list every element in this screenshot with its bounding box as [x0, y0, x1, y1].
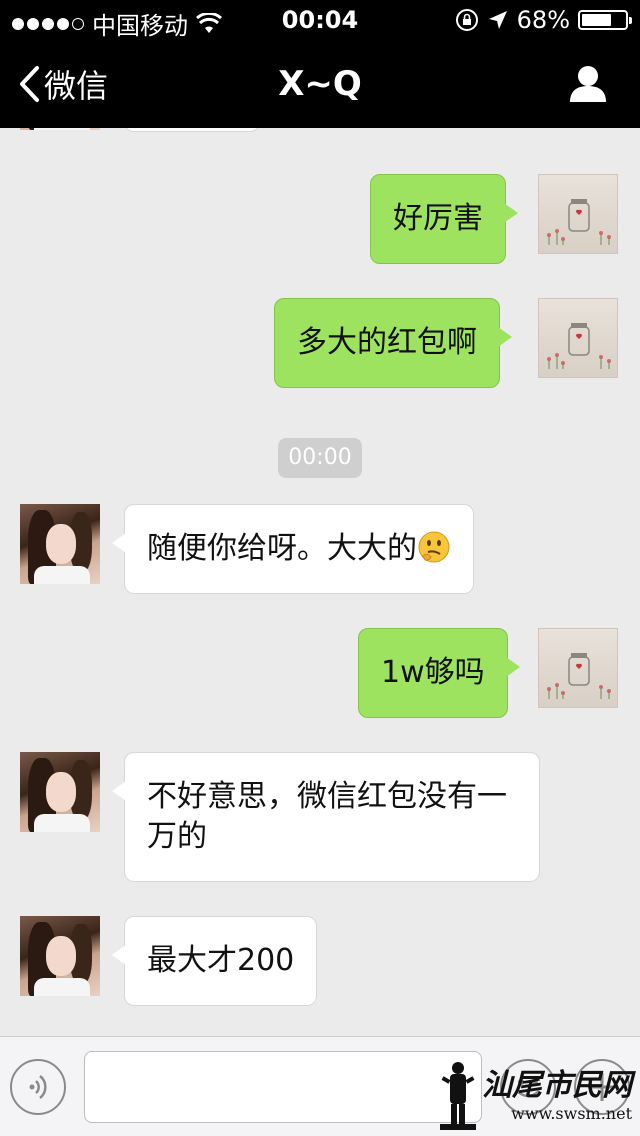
battery-percent: 68% [516, 6, 570, 34]
message-text: 多大的红包啊 [297, 325, 477, 360]
nav-bar: 微信 X~Q [0, 40, 640, 128]
message-bubble-incoming[interactable]: 随便你给呀。大大的 [112, 504, 474, 594]
message-text: 随便你给呀。大大的 [147, 531, 417, 566]
my-avatar[interactable] [538, 298, 618, 378]
orientation-lock-icon [455, 9, 478, 31]
smiley-icon [516, 1079, 540, 1098]
status-bar: 中国移动 00:04 68% [0, 0, 640, 40]
back-button[interactable]: 微信 [18, 62, 108, 106]
back-label: 微信 [44, 67, 109, 105]
emoji-button[interactable] [500, 1059, 556, 1115]
input-bar [0, 1036, 640, 1136]
my-avatar[interactable] [538, 628, 618, 708]
contact-avatar[interactable] [20, 752, 100, 832]
chat-info-button[interactable] [568, 64, 612, 108]
message-bubble-outgoing[interactable]: 多大的红包啊 [274, 298, 512, 388]
more-button[interactable] [574, 1059, 630, 1115]
contact-avatar[interactable] [20, 916, 100, 996]
contact-avatar[interactable] [20, 128, 100, 130]
plus-icon [588, 1073, 616, 1101]
my-avatar[interactable] [538, 174, 618, 254]
message-text: 好厉害 [393, 201, 483, 236]
battery-icon [578, 10, 632, 30]
jar-image-icon [547, 199, 611, 245]
message-bubble-incoming[interactable]: 不好意思，微信红包没有一万的 [112, 752, 540, 882]
message-bubble-outgoing[interactable]: 1w够吗 [358, 628, 520, 718]
message-bubble-partial[interactable] [124, 128, 260, 132]
chevron-left-icon [20, 66, 39, 102]
message-text: 1w够吗 [381, 655, 485, 690]
voice-icon [29, 1075, 47, 1099]
contact-avatar[interactable] [20, 504, 100, 584]
message-text: 不好意思，微信红包没有一万的 [147, 779, 507, 854]
thinking-face-icon [418, 531, 450, 563]
jar-image-icon [547, 653, 611, 699]
jar-image-icon [547, 323, 611, 369]
chat-area[interactable]: 好厉害 多大的红包啊 00:00 随便你给呀。大大的 1w够吗 不好意思，微信红… [0, 128, 640, 1036]
location-arrow-icon [488, 11, 507, 29]
status-right: 68% [455, 6, 632, 34]
message-bubble-incoming[interactable]: 最大才200 [111, 916, 318, 1006]
message-timestamp: 00:00 [278, 438, 362, 478]
voice-button[interactable] [10, 1059, 66, 1115]
message-input[interactable] [84, 1051, 482, 1123]
person-icon [570, 66, 606, 102]
message-text: 最大才200 [147, 943, 295, 978]
message-bubble-outgoing[interactable]: 好厉害 [370, 174, 518, 264]
